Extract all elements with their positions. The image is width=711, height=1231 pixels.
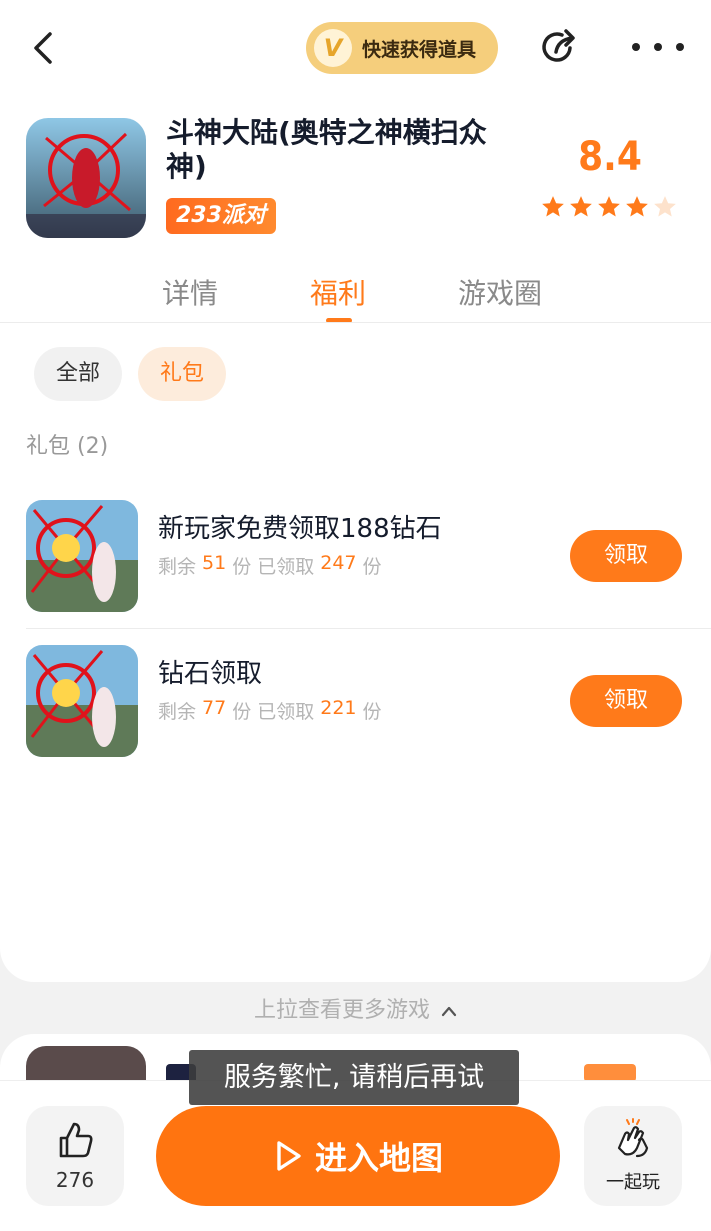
more-icon-dot: [676, 43, 684, 51]
game-cover-image[interactable]: [26, 118, 146, 238]
play-together-label: 一起玩: [606, 1172, 660, 1193]
like-button[interactable]: 276: [26, 1106, 124, 1206]
gift-thumbnail: [26, 500, 138, 612]
claimed-unit: 份: [362, 701, 382, 723]
pull-up-more-games[interactable]: 上拉查看更多游戏: [0, 992, 711, 1024]
like-count: 276: [55, 1168, 95, 1192]
divider: [26, 628, 711, 629]
remaining-count: 77: [202, 697, 227, 719]
gift-name: 钻石领取: [158, 659, 263, 689]
claim-button[interactable]: 领取: [570, 530, 682, 582]
toast-message: 服务繁忙, 请稍后再试: [189, 1050, 519, 1105]
remaining-unit: 份: [232, 701, 252, 723]
claimed-label: 已领取: [257, 701, 315, 723]
tab-bar: 详情 福利 游戏圈: [0, 272, 711, 322]
gift-row: 新玩家免费领取188钻石 剩余 51 份 已领取 247 份 领取: [0, 500, 711, 640]
game-cover-art: [26, 118, 146, 238]
gift-thumbnail-art: [26, 500, 138, 612]
enter-map-label: 进入地图: [314, 1139, 443, 1177]
share-button[interactable]: [540, 26, 582, 68]
filter-chip-gift[interactable]: 礼包: [138, 347, 226, 401]
thumbs-up-icon: [59, 1122, 93, 1158]
gift-stock: 剩余 77 份 已领取 221 份: [158, 697, 382, 724]
claimed-unit: 份: [362, 556, 382, 578]
filter-chip-all[interactable]: 全部: [34, 347, 122, 401]
claimed-label: 已领取: [257, 556, 315, 578]
play-icon: [277, 1141, 301, 1171]
gift-thumbnail-art: [26, 645, 138, 757]
tab-game-circle[interactable]: 游戏圈: [458, 272, 542, 312]
vip-icon: V: [314, 29, 352, 67]
star-icon: [598, 196, 620, 217]
star-icon: [570, 196, 592, 217]
remaining-label: 剩余: [158, 556, 197, 578]
claim-button[interactable]: 领取: [570, 675, 682, 727]
gift-row: 钻石领取 剩余 77 份 已领取 221 份 领取: [0, 645, 711, 785]
share-icon: [542, 29, 575, 62]
game-detail-card: V 快速获得道具 斗神大陆(奥特之神横扫众神) 233派对 8.4 详情 福利 …: [0, 0, 711, 982]
gift-stock: 剩余 51 份 已领取 247 份: [158, 552, 382, 579]
clapping-hands-icon: [617, 1118, 649, 1158]
remaining-count: 51: [202, 552, 227, 574]
back-icon: [34, 32, 52, 64]
enter-map-button[interactable]: 进入地图: [156, 1106, 560, 1206]
divider: [0, 322, 711, 323]
chevron-up-icon: [441, 1006, 457, 1017]
tab-details[interactable]: 详情: [162, 272, 218, 312]
back-button[interactable]: [24, 26, 64, 70]
gift-name: 新玩家免费领取188钻石: [158, 514, 442, 544]
claimed-count: 247: [320, 552, 357, 574]
gift-section-label: 礼包 (2): [26, 434, 109, 459]
game-title: 斗神大陆(奥特之神横扫众神): [166, 116, 487, 183]
star-icon: [626, 196, 648, 217]
tab-benefits[interactable]: 福利: [310, 272, 366, 312]
claimed-count: 221: [320, 697, 357, 719]
gift-thumbnail: [26, 645, 138, 757]
star-icon: [542, 196, 564, 217]
more-icon-dot: [654, 43, 662, 51]
platform-tag: 233派对: [166, 198, 276, 234]
pull-up-label: 上拉查看更多游戏: [253, 998, 430, 1023]
game-score: 8.4: [578, 134, 642, 180]
quick-get-items-button[interactable]: V 快速获得道具: [306, 22, 498, 74]
more-button[interactable]: [632, 30, 684, 64]
rating-stars: [540, 194, 678, 220]
quick-get-items-label: 快速获得道具: [362, 38, 477, 61]
star-half-icon: [654, 196, 676, 217]
remaining-unit: 份: [232, 556, 252, 578]
remaining-label: 剩余: [158, 701, 197, 723]
play-together-button[interactable]: 一起玩: [584, 1106, 682, 1206]
more-icon-dot: [632, 43, 640, 51]
